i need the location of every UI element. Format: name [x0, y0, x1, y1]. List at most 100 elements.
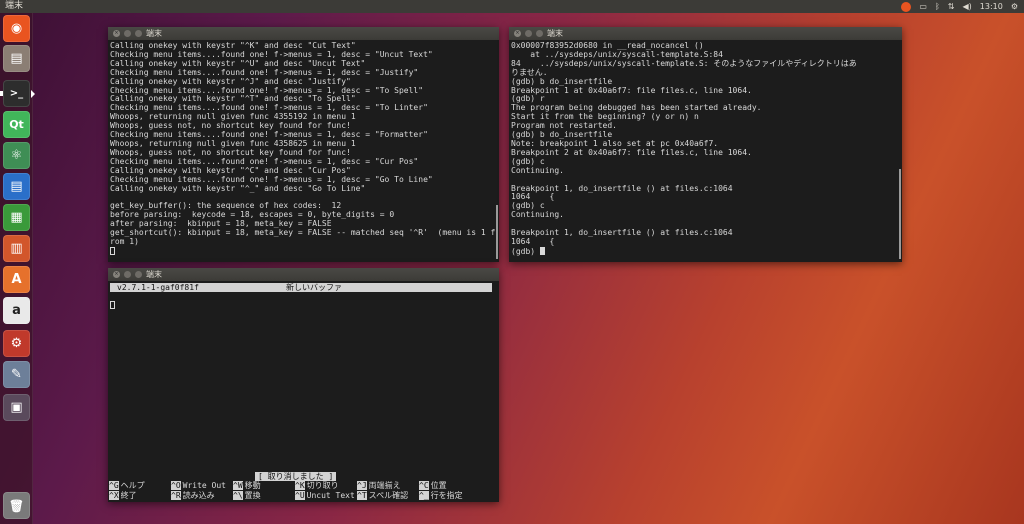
terminal-window-gdb[interactable]: × 端末 0x00007f83952d0680 in __read_nocanc… [509, 27, 902, 262]
shortcut-label: 両端揃え [368, 481, 401, 490]
power-gear-icon[interactable]: ⚙ [1011, 0, 1018, 13]
shortcut-item[interactable]: ^\ 置換 [232, 490, 294, 501]
maximize-icon[interactable] [135, 30, 142, 37]
qt-creator-icon[interactable]: Qt [3, 111, 30, 138]
shortcut-label: 移動 [244, 481, 261, 490]
terminal-line: Continuing. [511, 210, 564, 220]
terminal-line: Breakpoint 1, do_insertfile () at files.… [511, 183, 733, 193]
shortcut-item[interactable]: ^U Uncut Text [294, 490, 356, 501]
window-titlebar[interactable]: × 端末 [108, 27, 499, 40]
minimize-icon[interactable] [124, 271, 131, 278]
shortcut-key: ^X [109, 490, 119, 500]
shortcut-key: ^_ [419, 490, 429, 500]
dash-home-icon[interactable]: ◉ [3, 15, 30, 42]
shortcut-item[interactable]: ^O Write Out [170, 481, 232, 491]
text-cursor[interactable] [110, 246, 115, 255]
shortcut-item[interactable]: ^_ 行を指定 [418, 490, 480, 501]
scrollbar[interactable] [496, 205, 498, 259]
files-icon[interactable]: ▤ [3, 45, 30, 72]
close-icon[interactable]: × [514, 30, 521, 37]
shortcut-item[interactable]: ^G ヘルプ [108, 481, 170, 491]
trash-icon[interactable]: 🗑 [3, 492, 30, 519]
system-settings-icon[interactable]: ⚙ [3, 330, 30, 357]
terminal-line: Breakpoint 1 at 0x40a6f7: file files.c, … [511, 85, 752, 95]
maximize-icon[interactable] [536, 30, 543, 37]
shortcut-item[interactable]: ^X 終了 [108, 490, 170, 501]
shortcut-key: ^G [109, 481, 119, 490]
terminal-line: rom 1) [110, 236, 139, 246]
shortcut-label: 切り取り [306, 481, 339, 490]
impress-icon[interactable]: ▥ [3, 235, 30, 262]
bluetooth-icon[interactable]: ᛒ [935, 0, 940, 13]
atom-icon[interactable]: ⚛ [3, 142, 30, 169]
launcher: ◉ ▤ >_ Qt ⚛ ▤ ▦ ▥ A a ⚙ ✎ ▣ 🗑 [0, 13, 35, 524]
shortcut-item[interactable]: ^K 切り取り [294, 481, 356, 491]
buffer-name: 新しいバッファ [286, 283, 342, 292]
terminal-line: (gdb) c [511, 156, 545, 166]
shortcut-key: ^W [233, 481, 243, 490]
terminal-line: Continuing. [511, 165, 564, 175]
terminal-line: Breakpoint 2 at 0x40a6f7: file files.c, … [511, 147, 752, 157]
minimize-icon[interactable] [124, 30, 131, 37]
window-title: 端末 [146, 29, 162, 38]
terminal-icon[interactable]: >_ [0, 80, 35, 107]
shortcut-key: ^\ [233, 490, 243, 500]
ubuntu-update-icon[interactable] [901, 1, 912, 12]
shortcut-key: ^C [419, 481, 429, 490]
maximize-icon[interactable] [135, 271, 142, 278]
terminal-window-log[interactable]: × 端末 Calling onekey with keystr "^K" and… [108, 27, 499, 262]
writer-icon[interactable]: ▤ [3, 173, 30, 200]
shortcut-key: ^T [357, 490, 367, 500]
terminal-line: 1064 { [511, 192, 555, 202]
terminal-prompt-line[interactable] [110, 246, 497, 257]
shortcut-key: ^R [171, 490, 181, 500]
shortcut-key: ^K [295, 481, 305, 490]
disk-tool-icon[interactable]: ✎ [3, 361, 30, 388]
window-title: 端末 [146, 270, 162, 279]
shortcut-item[interactable]: ^J 両端揃え [356, 481, 418, 491]
window-titlebar[interactable]: × 端末 [509, 27, 902, 40]
shortcut-label: 行を指定 [430, 490, 463, 500]
shortcut-label: Write Out [182, 481, 226, 490]
keyboard-icon[interactable]: ▭ [919, 0, 927, 13]
shortcut-label: ヘルプ [120, 481, 145, 490]
close-icon[interactable]: × [113, 271, 120, 278]
terminal-prompt-line[interactable]: (gdb) [511, 246, 900, 257]
window-title: 端末 [547, 29, 563, 38]
close-icon[interactable]: × [113, 30, 120, 37]
nano-shortcut-bar: ^G ヘルプ ^O Write Out ^W 移動 ^K 切り取り ^J 両端揃え ^C 位置 ^X 終… [108, 481, 496, 500]
calc-icon[interactable]: ▦ [3, 204, 30, 231]
shortcut-label: 置換 [244, 490, 261, 500]
terminal-line: 84 ../sysdeps/unix/syscall-template.S: そ… [511, 58, 857, 68]
clock[interactable]: 13:10 [980, 0, 1003, 13]
shortcut-item[interactable]: ^R 読み込み [170, 490, 232, 501]
text-cursor[interactable] [539, 246, 545, 255]
network-icon[interactable]: ⇅ [948, 0, 955, 13]
text-cursor[interactable] [110, 301, 115, 309]
workspace-switcher-icon[interactable]: ▣ [3, 394, 30, 421]
shortcut-label: 終了 [120, 490, 137, 500]
shortcut-key: ^U [295, 490, 305, 500]
shortcut-key: ^O [171, 481, 181, 490]
terminal-line: Calling onekey with keystr "^_" and desc… [110, 183, 366, 193]
terminal-line: (gdb) c [511, 201, 545, 211]
software-center-icon[interactable]: A [3, 266, 30, 293]
scrollbar[interactable] [899, 169, 901, 259]
system-tray: ▭ ᛒ ⇅ ◀) 13:10 ⚙ [901, 0, 1018, 13]
terminal-line: 1064 { [511, 236, 555, 246]
minimize-icon[interactable] [525, 30, 532, 37]
shortcut-item[interactable]: ^W 移動 [232, 481, 294, 491]
terminal-output[interactable]: 0x00007f83952d0680 in __read_nocancel ()… [509, 40, 902, 259]
volume-icon[interactable]: ◀) [962, 0, 971, 13]
terminal-output[interactable]: Calling onekey with keystr "^K" and desc… [108, 40, 499, 259]
terminal-window-nano[interactable]: × 端末 v2.7.1-1-gaf0f81f 新しいバッファ [ 取り消しました… [108, 268, 499, 502]
shortcut-label: 読み込み [182, 490, 215, 500]
shortcut-item[interactable]: ^T スペル確認 [356, 490, 418, 501]
amazon-icon[interactable]: a [3, 297, 30, 324]
terminal-line: Breakpoint 1, do_insertfile () at files.… [511, 228, 733, 238]
shortcut-item[interactable]: ^C 位置 [418, 481, 480, 491]
window-titlebar[interactable]: × 端末 [108, 268, 499, 281]
shortcut-label: Uncut Text [306, 490, 355, 500]
shortcut-key: ^J [357, 481, 367, 490]
active-app-name: 端末 [5, 1, 24, 11]
